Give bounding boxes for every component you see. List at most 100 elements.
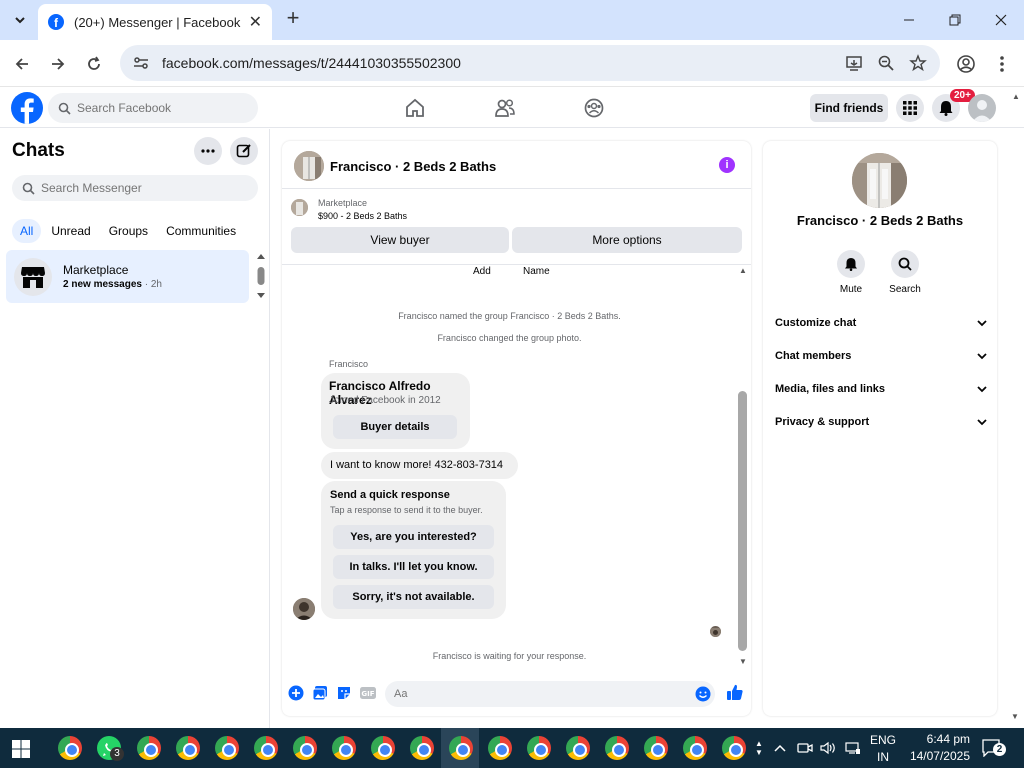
account-avatar[interactable] xyxy=(968,94,996,122)
new-tab-button[interactable]: + xyxy=(282,7,304,30)
filter-groups[interactable]: Groups xyxy=(101,219,156,243)
taskbar-chrome-icon[interactable] xyxy=(410,736,434,760)
chat-profile-photo[interactable] xyxy=(852,153,907,208)
more-options-button[interactable]: More options xyxy=(512,227,742,253)
thread-scrollbar[interactable]: ▲ ▼ xyxy=(737,265,749,670)
emoji-icon[interactable] xyxy=(695,686,711,702)
bookmark-button[interactable] xyxy=(908,53,928,73)
page-scroll-up-icon[interactable]: ▲ xyxy=(1012,92,1020,101)
minimize-button[interactable] xyxy=(886,0,932,40)
section-media-files-links[interactable]: Media, files and links xyxy=(775,379,987,399)
taskbar-chrome-icon[interactable] xyxy=(254,736,278,760)
quick-response-option[interactable]: In talks. I'll let you know. xyxy=(333,555,494,579)
messenger-search-input[interactable] xyxy=(41,181,191,195)
sender-avatar[interactable] xyxy=(293,598,315,620)
taskbar-chrome-icon[interactable] xyxy=(293,736,317,760)
tab-close-icon[interactable]: ✕ xyxy=(249,12,262,32)
messenger-search-box[interactable] xyxy=(12,175,258,201)
taskbar-clock[interactable]: 6:44 pm 14/07/2025 xyxy=(900,731,970,765)
network-icon[interactable] xyxy=(845,728,861,768)
chat-title[interactable]: Francisco · 2 Beds 2 Baths xyxy=(330,159,496,174)
show-hidden-icons-button[interactable] xyxy=(774,728,786,768)
chevron-up-icon[interactable]: ▲ xyxy=(755,739,763,748)
browser-menu-button[interactable] xyxy=(990,52,1014,76)
scroll-down-arrow-icon[interactable]: ▼ xyxy=(737,657,749,666)
zoom-button[interactable] xyxy=(876,53,896,73)
taskbar-chrome-icon[interactable] xyxy=(644,736,668,760)
filter-communities[interactable]: Communities xyxy=(158,219,244,243)
taskbar-chrome-icon[interactable] xyxy=(176,736,200,760)
close-window-button[interactable] xyxy=(978,0,1024,40)
chat-photo[interactable] xyxy=(294,151,324,181)
meet-now-icon[interactable] xyxy=(797,728,813,768)
back-button[interactable] xyxy=(10,52,34,76)
find-friends-button[interactable]: Find friends xyxy=(810,94,888,122)
profile-button[interactable] xyxy=(954,52,978,76)
scroll-up-arrow-icon[interactable]: ▲ xyxy=(737,266,749,275)
install-app-button[interactable] xyxy=(844,53,864,73)
conversation-marketplace[interactable]: Marketplace 2 new messages · 2h xyxy=(6,250,249,303)
browser-tab-active[interactable]: f (20+) Messenger | Facebook ✕ xyxy=(38,4,272,40)
site-settings-icon[interactable] xyxy=(132,54,150,72)
taskbar-whatsapp-icon[interactable]: 3 xyxy=(97,736,124,761)
sticker-button[interactable] xyxy=(336,685,352,701)
taskbar-chrome-icon[interactable] xyxy=(527,736,551,760)
message-input[interactable] xyxy=(394,688,674,700)
gif-button[interactable]: GIF xyxy=(360,685,376,701)
facebook-search-box[interactable] xyxy=(48,93,258,123)
taskbar-chrome-icon[interactable] xyxy=(566,736,590,760)
sidebar-scrollbar[interactable] xyxy=(256,253,266,299)
mute-button[interactable] xyxy=(837,250,865,278)
quick-response-option[interactable]: Yes, are you interested? xyxy=(333,525,494,549)
filter-unread[interactable]: Unread xyxy=(43,219,98,243)
quick-response-option[interactable]: Sorry, it's not available. xyxy=(333,585,494,609)
reload-button[interactable] xyxy=(82,52,106,76)
notification-center-button[interactable]: 2 xyxy=(982,739,1006,758)
volume-icon[interactable] xyxy=(820,728,838,768)
language-indicator[interactable]: ENG IN xyxy=(866,732,900,766)
section-privacy-support[interactable]: Privacy & support xyxy=(775,412,987,432)
chevron-down-icon[interactable]: ▼ xyxy=(755,748,763,757)
page-scroll-down-icon[interactable]: ▼ xyxy=(1011,712,1019,721)
taskbar-chrome-icon[interactable] xyxy=(215,736,239,760)
menu-button[interactable] xyxy=(896,94,924,122)
taskbar-chrome-icon[interactable] xyxy=(488,736,512,760)
section-chat-members[interactable]: Chat members xyxy=(775,346,987,366)
mute-action[interactable]: Mute xyxy=(831,250,871,295)
add-label[interactable]: Add xyxy=(473,266,491,277)
taskbar-chrome-icon[interactable] xyxy=(137,736,161,760)
taskbar-chrome-icon[interactable] xyxy=(683,736,707,760)
facebook-logo-icon[interactable] xyxy=(11,92,43,124)
forward-button[interactable] xyxy=(46,52,70,76)
url-text[interactable]: facebook.com/messages/t/2444103035550230… xyxy=(162,55,844,71)
search-action[interactable]: Search xyxy=(885,250,925,295)
message-bubble[interactable]: I want to know more! 432-803-7314 xyxy=(321,452,518,479)
attach-media-button[interactable] xyxy=(312,685,328,701)
like-button[interactable] xyxy=(726,683,744,701)
tab-search-button[interactable] xyxy=(8,8,32,32)
scrollbar-thumb[interactable] xyxy=(738,391,747,651)
new-message-button[interactable] xyxy=(230,137,258,165)
taskbar-chrome-icon-active[interactable] xyxy=(449,736,473,760)
taskbar-chrome-icon[interactable] xyxy=(58,736,82,760)
windows-start-icon[interactable] xyxy=(12,740,30,758)
nav-home-button[interactable] xyxy=(403,96,427,120)
taskbar-scroll[interactable]: ▲ ▼ xyxy=(752,728,766,768)
listing-title[interactable]: $900 - 2 Beds 2 Baths xyxy=(318,211,407,221)
taskbar-chrome-icon[interactable] xyxy=(332,736,356,760)
section-customize-chat[interactable]: Customize chat xyxy=(775,313,987,333)
view-buyer-button[interactable]: View buyer xyxy=(291,227,509,253)
taskbar-chrome-icon[interactable] xyxy=(371,736,395,760)
nav-friends-button[interactable] xyxy=(493,96,517,120)
buyer-details-button[interactable]: Buyer details xyxy=(333,415,457,439)
search-in-chat-button[interactable] xyxy=(891,250,919,278)
taskbar-chrome-icon[interactable] xyxy=(722,736,746,760)
filter-all[interactable]: All xyxy=(12,219,42,243)
more-actions-button[interactable] xyxy=(288,685,304,701)
name-label[interactable]: Name xyxy=(523,266,550,277)
taskbar-chrome-icon[interactable] xyxy=(605,736,629,760)
chats-options-button[interactable] xyxy=(194,137,222,165)
message-input-box[interactable] xyxy=(385,681,715,707)
facebook-search-input[interactable] xyxy=(77,101,227,115)
restore-button[interactable] xyxy=(932,0,978,40)
